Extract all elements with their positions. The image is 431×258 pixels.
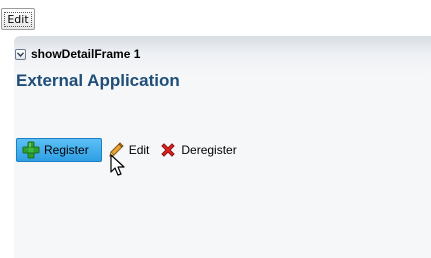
register-label: Register — [44, 143, 89, 157]
panel-header: showDetailFrame 1 — [15, 46, 140, 62]
edit-action-label: Edit — [128, 143, 150, 157]
plus-icon — [22, 141, 40, 159]
panel-title: showDetailFrame 1 — [31, 47, 141, 61]
top-toolbar: Edit — [0, 0, 431, 36]
page-edit-button[interactable]: Edit — [1, 8, 35, 30]
deregister-button[interactable]: Deregister — [159, 138, 237, 162]
chevron-down-icon — [17, 51, 24, 57]
screen: Edit showDetailFrame 1 External Applicat… — [0, 0, 431, 258]
register-button[interactable]: Register — [16, 138, 102, 162]
mouse-cursor-icon — [110, 154, 125, 176]
action-bar: Register Edit Deregister — [16, 138, 247, 162]
red-x-icon — [159, 141, 177, 159]
collapse-toggle[interactable] — [15, 48, 26, 60]
application-heading: External Application — [16, 71, 180, 90]
deregister-label: Deregister — [181, 143, 237, 157]
page-edit-label: Edit — [4, 11, 32, 27]
